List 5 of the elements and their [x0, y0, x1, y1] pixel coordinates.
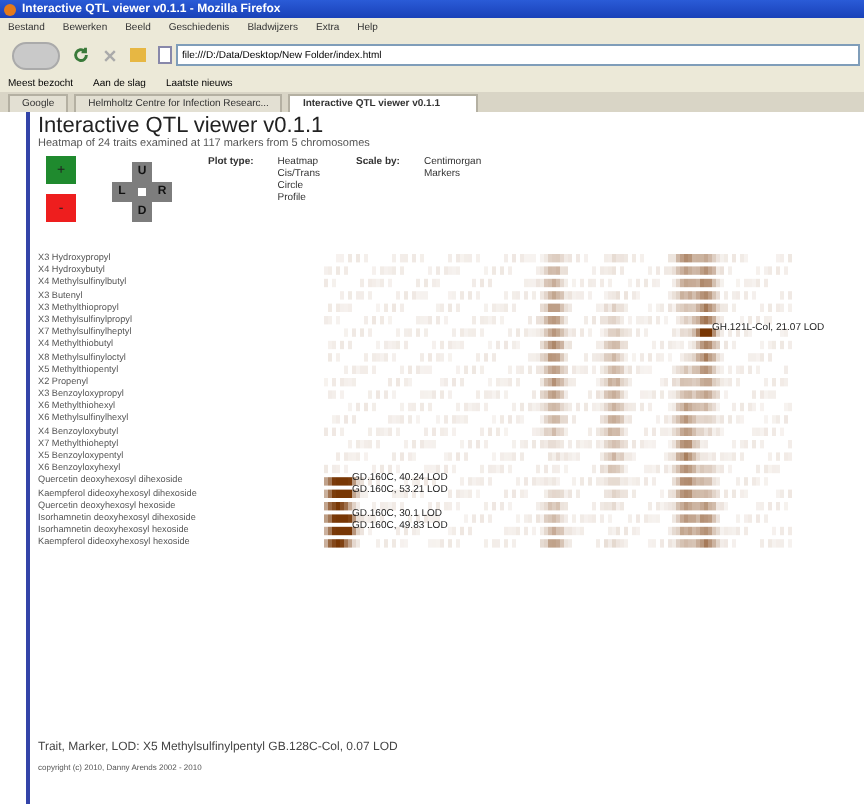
page-title: Interactive QTL viewer v0.1.1 — [38, 116, 326, 138]
back-button[interactable] — [12, 41, 60, 69]
reload-icon[interactable] — [72, 46, 90, 64]
stop-icon[interactable] — [102, 47, 118, 63]
page-icon — [158, 46, 172, 64]
